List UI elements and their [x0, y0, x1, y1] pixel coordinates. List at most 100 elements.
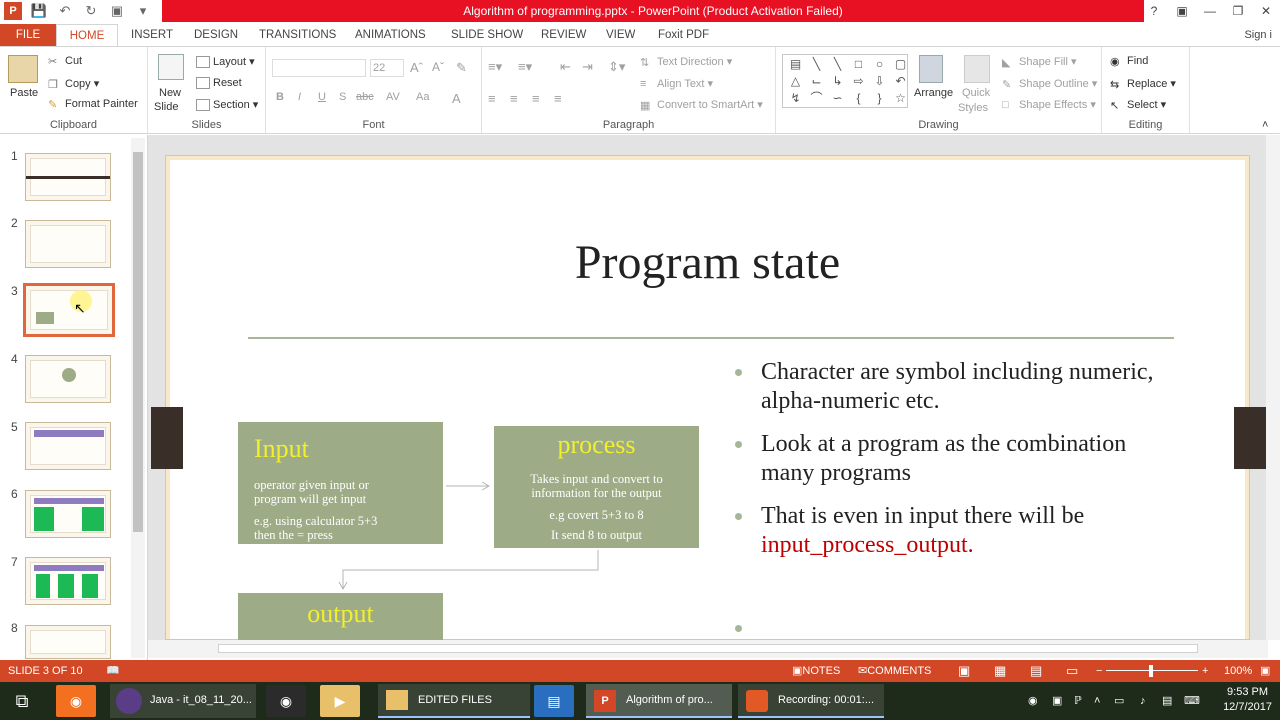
- brace-shape-icon[interactable]: {: [849, 91, 868, 106]
- arrow-right-shape-icon[interactable]: ⇨: [849, 74, 868, 89]
- reset-button[interactable]: Reset: [196, 77, 242, 90]
- input-box[interactable]: Input operator given input or program wi…: [238, 422, 443, 544]
- arc-shape-icon[interactable]: ⌒: [807, 91, 826, 106]
- shapes-gallery[interactable]: ▤ ╲ ╲ □ ○ ▢ △ ⌙ ↳ ⇨ ⇩ ↶ ↯ ⌒ ∽{} ☆: [782, 54, 908, 108]
- horizontal-scroll-thumb[interactable]: [218, 644, 1198, 653]
- media-player-icon[interactable]: ▶: [320, 685, 360, 717]
- bold-button[interactable]: B: [276, 91, 284, 103]
- cut-button[interactable]: ✂ Cut: [48, 55, 82, 68]
- tab-review[interactable]: REVIEW: [541, 24, 586, 46]
- clear-format-icon[interactable]: ✎: [456, 60, 467, 76]
- elbow-shape-icon[interactable]: ↳: [828, 74, 847, 89]
- underline-button[interactable]: U: [318, 91, 326, 103]
- horizontal-scrollbar[interactable]: [148, 640, 1268, 658]
- zoom-in-icon[interactable]: +: [1202, 660, 1208, 682]
- tray-icon-2[interactable]: ▣: [1052, 682, 1062, 720]
- quick-styles-icon[interactable]: [964, 55, 990, 83]
- slide-thumbnail-8[interactable]: [25, 625, 111, 659]
- paste-button[interactable]: Paste: [10, 87, 38, 99]
- align-text-button[interactable]: ≡ Align Text ▾: [640, 77, 713, 90]
- format-painter-button[interactable]: ✎ Format Painter: [48, 98, 138, 111]
- thumbnail-scrollbar[interactable]: [131, 138, 145, 658]
- slide-thumbnail-3[interactable]: ↖: [23, 283, 115, 337]
- close-icon[interactable]: ✕: [1252, 0, 1280, 22]
- taskbar-explorer[interactable]: EDITED FILES: [378, 684, 530, 718]
- font-color-icon[interactable]: A: [452, 91, 461, 106]
- tab-insert[interactable]: INSERT: [131, 24, 173, 46]
- font-size-box[interactable]: 22: [370, 59, 404, 77]
- new-slide-label-2[interactable]: Slide: [154, 101, 178, 113]
- slide-thumbnail-4[interactable]: [25, 355, 111, 403]
- section-button[interactable]: Section ▾: [196, 98, 258, 112]
- italic-button[interactable]: I: [298, 91, 301, 103]
- fit-slide-icon[interactable]: ▣: [1260, 660, 1270, 682]
- quick-styles-label[interactable]: Quick: [962, 87, 990, 99]
- tray-icon-1[interactable]: ◉: [1028, 682, 1038, 720]
- change-case-icon[interactable]: Aa: [416, 91, 429, 103]
- thumbnail-scroll-thumb[interactable]: [133, 152, 143, 532]
- tab-slide-show[interactable]: SLIDE SHOW: [451, 24, 523, 46]
- align-right-icon[interactable]: ≡: [532, 91, 540, 106]
- align-left-icon[interactable]: ≡: [488, 91, 496, 106]
- tab-design[interactable]: DESIGN: [194, 24, 238, 46]
- numbering-icon[interactable]: ≡▾: [518, 59, 532, 75]
- increase-font-icon[interactable]: Aˆ: [410, 60, 423, 75]
- line-shape-icon[interactable]: ╲: [807, 57, 826, 72]
- taskbar-recorder[interactable]: Recording: 00:01:...: [738, 684, 884, 718]
- tab-animations[interactable]: ANIMATIONS: [355, 24, 426, 46]
- process-box[interactable]: process Takes input and convert to infor…: [494, 426, 699, 548]
- shape-fill-button[interactable]: ◣ Shape Fill ▾: [1002, 55, 1077, 69]
- oval-shape-icon[interactable]: ○: [870, 57, 889, 72]
- slide-thumbnail-2[interactable]: [25, 220, 111, 268]
- minimize-icon[interactable]: —: [1196, 0, 1224, 22]
- rectangle-shape-icon[interactable]: □: [849, 57, 868, 72]
- tab-transitions[interactable]: TRANSITIONS: [259, 24, 336, 46]
- normal-view-icon[interactable]: ▣: [958, 660, 970, 682]
- decrease-indent-icon[interactable]: ⇤: [560, 59, 571, 75]
- slideshow-view-icon[interactable]: ▭: [1066, 660, 1078, 682]
- line2-shape-icon[interactable]: ╲: [828, 57, 847, 72]
- paste-icon[interactable]: [8, 55, 38, 83]
- find-button[interactable]: ◉ Find: [1110, 55, 1148, 68]
- tab-foxit-pdf[interactable]: Foxit PDF: [658, 24, 709, 46]
- new-slide-label[interactable]: New: [159, 87, 181, 99]
- bolt-shape-icon[interactable]: ↯: [786, 91, 805, 106]
- foxit-pdf-icon[interactable]: ▤: [534, 685, 574, 717]
- notes-button[interactable]: ▣ NOTES: [792, 660, 840, 682]
- quick-styles-label-2[interactable]: Styles: [958, 102, 988, 114]
- restore-icon[interactable]: ❐: [1224, 0, 1252, 22]
- bullet-list[interactable]: Character are symbol including numeric, …: [725, 358, 1175, 648]
- ribbon-display-icon[interactable]: ▣: [1168, 0, 1196, 22]
- reading-view-icon[interactable]: ▤: [1030, 660, 1042, 682]
- volume-icon[interactable]: ♪: [1140, 682, 1146, 720]
- slide-thumbnail-1[interactable]: [25, 153, 111, 201]
- char-spacing-button[interactable]: AV: [386, 91, 400, 103]
- help-icon[interactable]: ?: [1140, 0, 1168, 22]
- brace-close-shape-icon[interactable]: }: [870, 91, 889, 106]
- tab-home[interactable]: HOME: [56, 24, 118, 46]
- shape-outline-button[interactable]: ✎ Shape Outline ▾: [1002, 77, 1097, 91]
- text-direction-button[interactable]: ⇅ Text Direction ▾: [640, 55, 732, 69]
- align-center-icon[interactable]: ≡: [510, 91, 518, 106]
- arrange-icon[interactable]: [919, 55, 943, 83]
- language-icon[interactable]: ⌨: [1184, 682, 1200, 720]
- layout-button[interactable]: Layout ▾: [196, 55, 255, 69]
- vertical-scrollbar[interactable]: [1266, 135, 1280, 640]
- justify-icon[interactable]: ≡: [554, 91, 562, 106]
- copy-button[interactable]: ❐ Copy ▾: [48, 77, 99, 91]
- zoom-out-icon[interactable]: −: [1096, 660, 1102, 682]
- bluetooth-icon[interactable]: ℙ: [1074, 682, 1082, 720]
- tray-chevron-icon[interactable]: ˄: [1094, 682, 1100, 720]
- network-icon[interactable]: ▤: [1162, 682, 1172, 720]
- replace-button[interactable]: ⇆ Replace ▾: [1110, 77, 1176, 91]
- decrease-font-icon[interactable]: Aˇ: [432, 60, 444, 74]
- save-icon[interactable]: 💾: [26, 3, 52, 19]
- output-box[interactable]: output: [238, 593, 443, 641]
- taskbar-powerpoint[interactable]: P Algorithm of pro...: [586, 684, 732, 718]
- strikethrough-button[interactable]: abc: [356, 91, 374, 103]
- rounded-rect-shape-icon[interactable]: ▢: [891, 57, 910, 72]
- arrange-button[interactable]: Arrange: [914, 87, 953, 99]
- tab-view[interactable]: VIEW: [606, 24, 635, 46]
- camera-app-icon[interactable]: ◉: [266, 685, 306, 717]
- start-from-beginning-icon[interactable]: ▣: [104, 3, 130, 19]
